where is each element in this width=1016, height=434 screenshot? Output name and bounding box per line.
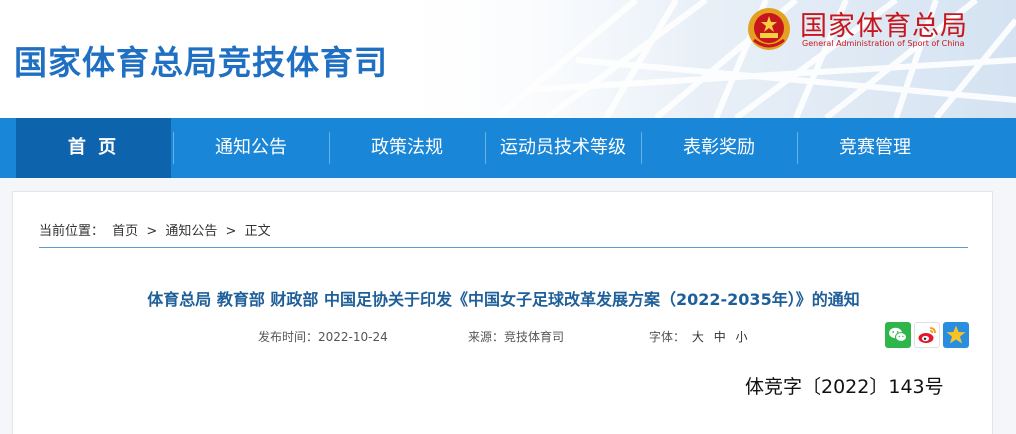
- source-value: 竞技体育司: [504, 330, 565, 344]
- wechat-icon: [889, 327, 907, 342]
- publish-date: 发布时间：2022-10-24: [258, 328, 388, 345]
- share-wechat-button[interactable]: [885, 322, 911, 348]
- breadcrumb-separator: >: [146, 224, 158, 239]
- breadcrumb: 当前位置： 首页 > 通知公告 > 正文: [39, 220, 275, 239]
- publish-date-value: 2022-10-24: [318, 330, 388, 344]
- font-size-medium[interactable]: 中: [714, 330, 726, 344]
- document-number: 体竞字〔2022〕143号: [745, 376, 944, 398]
- source-label: 来源：: [468, 330, 505, 344]
- qzone-icon: [946, 325, 966, 344]
- nav-item-notices[interactable]: 通知公告: [174, 118, 328, 178]
- breadcrumb-home[interactable]: 首页: [112, 224, 138, 239]
- breadcrumb-divider: [39, 247, 968, 248]
- share-weibo-button[interactable]: [914, 322, 940, 348]
- share-qzone-button[interactable]: [943, 322, 969, 348]
- font-size-small[interactable]: 小: [736, 330, 748, 344]
- font-size-selector: 字体： 大 中 小: [649, 328, 751, 345]
- org-name-en: General Administration of Sport of China: [802, 39, 965, 48]
- breadcrumb-current: 正文: [244, 224, 271, 239]
- breadcrumb-notices[interactable]: 通知公告: [165, 224, 217, 239]
- article-source: 来源：竞技体育司: [468, 328, 564, 345]
- nav-item-competition[interactable]: 竞赛管理: [798, 118, 952, 178]
- nav-item-home[interactable]: 首 页: [16, 118, 171, 178]
- font-size-large[interactable]: 大: [692, 330, 704, 344]
- nav-item-awards[interactable]: 表彰奖励: [642, 118, 796, 178]
- font-size-label: 字体：: [649, 330, 686, 344]
- nav-item-athlete-grades[interactable]: 运动员技术等级: [486, 118, 640, 178]
- site-header: 国家体育总局竞技体育司 国家体育总局 General Administratio…: [0, 0, 1016, 118]
- breadcrumb-separator: >: [225, 224, 237, 239]
- article-title: 体育总局 教育部 财政部 中国足协关于印发《中国女子足球改革发展方案（2022-…: [147, 290, 860, 309]
- site-title[interactable]: 国家体育总局竞技体育司: [14, 36, 388, 84]
- publish-date-label: 发布时间：: [258, 330, 319, 344]
- nav-item-policies[interactable]: 政策法规: [330, 118, 484, 178]
- main-nav: 首 页 通知公告 政策法规 运动员技术等级 表彰奖励 竞赛管理: [0, 118, 1016, 178]
- article-panel: 当前位置： 首页 > 通知公告 > 正文 体育总局 教育部 财政部 中国足协关于…: [12, 191, 993, 434]
- breadcrumb-prefix: 当前位置：: [39, 224, 105, 239]
- org-name-cn[interactable]: 国家体育总局: [800, 4, 968, 43]
- national-emblem-icon: [748, 8, 790, 50]
- weibo-icon: [918, 327, 936, 343]
